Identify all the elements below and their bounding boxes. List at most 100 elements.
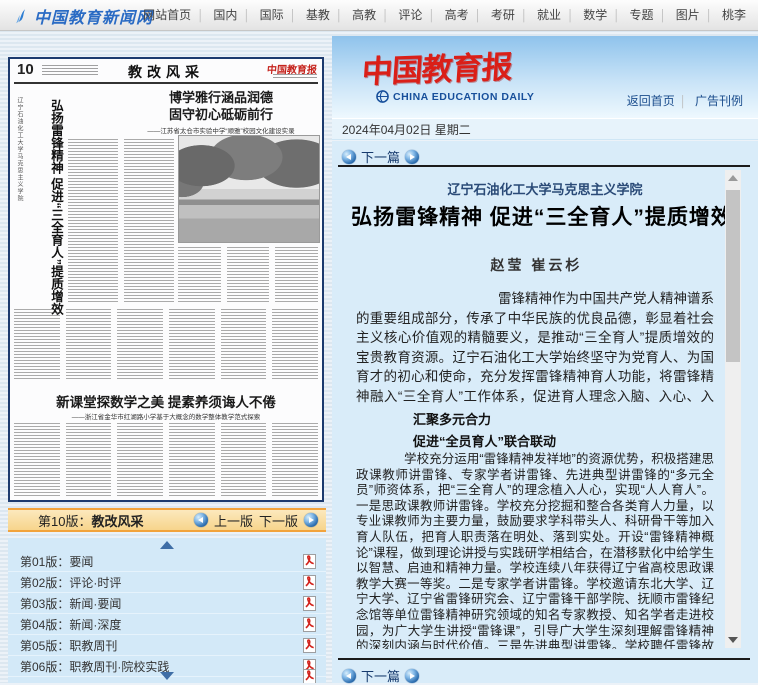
divider <box>680 94 687 108</box>
next-edition-icon[interactable] <box>304 513 318 527</box>
divider <box>382 8 389 22</box>
pdf-icon[interactable] <box>303 575 316 590</box>
divider <box>613 8 620 22</box>
topnav-link-gaokao[interactable]: 高考 <box>439 8 475 22</box>
edition-list-item[interactable]: 第05版：职教周刊 <box>8 635 326 656</box>
paper-brand-meta <box>273 74 317 78</box>
pdf-icon[interactable] <box>303 617 316 632</box>
edition-list-item[interactable]: 第04版：新闻·深度 <box>8 614 326 635</box>
edition-list-panel: 第01版：要闻 第02版：评论·时评 第03版：新闻·要闻 第04版：新闻·深度… <box>8 538 326 683</box>
prev-article-icon[interactable] <box>342 669 356 683</box>
edition-label: 第06版：职教周刊·院校实践 <box>20 658 169 675</box>
edition-list-item[interactable]: 第02版：评论·时评 <box>8 572 326 593</box>
topnav-link-home[interactable]: 网站首页 <box>137 8 197 22</box>
pdf-icon[interactable] <box>303 638 316 653</box>
edition-current-prefix: 第10版： <box>38 511 91 530</box>
topnav-link-international[interactable]: 国际 <box>254 8 290 22</box>
divider <box>660 8 667 22</box>
ad-rates-link[interactable]: 广告刊例 <box>690 94 748 108</box>
divider <box>521 8 528 22</box>
paper-article2-subtitle: ——浙江省金华市红湖路小学基于大概念的数学整体教学范式探索 <box>14 411 318 421</box>
divider <box>567 8 574 22</box>
simulated-text-columns <box>178 247 318 303</box>
article-scrollbar[interactable] <box>725 170 741 648</box>
paper-article2-title: 新课堂探数学之美 提素养须诲人不倦 <box>14 391 318 411</box>
simulated-text-columns <box>68 139 174 303</box>
topnav-link-jobs[interactable]: 就业 <box>531 8 567 22</box>
topnav-link-domestic[interactable]: 国内 <box>207 8 243 22</box>
edition-list-item[interactable]: 第03版：新闻·要闻 <box>8 593 326 614</box>
scrollbar-down-icon[interactable] <box>728 637 738 643</box>
next-article-link[interactable]: 下一篇 <box>361 147 400 166</box>
masthead-globe-icon <box>376 90 389 103</box>
topnav-link-comment[interactable]: 评论 <box>392 8 428 22</box>
topnav-link-taoli[interactable]: 桃李 <box>716 8 752 22</box>
edition-label: 第05版：职教周刊 <box>20 637 117 654</box>
simulated-text-columns <box>14 309 318 381</box>
back-home-link[interactable]: 返回首页 <box>622 94 680 108</box>
divider <box>290 8 297 22</box>
pdf-icon[interactable] <box>303 554 316 569</box>
paper-photo <box>178 135 320 243</box>
simulated-text-columns <box>14 423 318 496</box>
article-nav-bottom: 下一篇 <box>342 666 419 685</box>
date-bar: 2024年04月02日 星期二 <box>332 118 758 140</box>
pdf-icon[interactable] <box>303 669 316 683</box>
article-paragraph-2: 学校充分运用“雷锋精神发祥地”的资源优势，积极搭建思政课教师讲雷锋、专家学者讲雷… <box>356 452 714 649</box>
divider <box>338 658 750 660</box>
site-logo-text: 中国教育新闻网 <box>34 4 153 28</box>
paper-vertical-headline: 弘扬雷锋精神 促进“三全育人”提质增效 <box>26 99 66 341</box>
edition-label: 第01版：要闻 <box>20 553 93 570</box>
edition-bar: 第10版： 教改风采 上一版 下一版 <box>8 508 326 532</box>
site-top-nav: 中国教育新闻网 网站首页 国内 国际 基教 高教 评论 高考 考研 就业 数学 … <box>0 0 758 31</box>
next-article-link[interactable]: 下一篇 <box>361 666 400 685</box>
divider <box>428 8 435 22</box>
edition-label: 第03版：新闻·要闻 <box>20 595 121 612</box>
divider <box>338 165 750 167</box>
paper-article1-subtitle: ——江苏省太仓市实验中学“顺雅”校园文化建设实录 <box>125 125 317 135</box>
divider <box>197 8 204 22</box>
masthead-subtitle: CHINA EDUCATION DAILY <box>393 91 534 103</box>
article-subhead-2: 促进“全员育人”联合联动 <box>413 431 556 450</box>
scrollbar-thumb[interactable] <box>726 190 740 362</box>
next-article-icon[interactable] <box>405 669 419 683</box>
article-kicker: 辽宁石油化工大学马克思主义学院 <box>332 179 758 198</box>
topnav-link-photos[interactable]: 图片 <box>670 8 706 22</box>
divider <box>706 8 713 22</box>
divider <box>336 8 343 22</box>
topnav-links: 网站首页 国内 国际 基教 高教 评论 高考 考研 就业 数学 专题 图片 桃李 <box>137 0 752 30</box>
masthead-subtitle-row: CHINA EDUCATION DAILY <box>376 90 534 103</box>
article-title: 弘扬雷锋精神 促进“三全育人”提质增效 <box>342 201 742 231</box>
newspaper-masthead: 中国教育报 CHINA EDUCATION DAILY 返回首页 广告刊例 <box>332 36 758 118</box>
topnav-link-higher-edu[interactable]: 高教 <box>346 8 382 22</box>
topnav-link-basic-edu[interactable]: 基教 <box>300 8 336 22</box>
article-nav-top: 下一篇 <box>342 147 419 166</box>
scroll-down-icon[interactable] <box>160 672 174 680</box>
topnav-link-special[interactable]: 专题 <box>624 8 660 22</box>
article-reader-panel: 下一篇 辽宁石油化工大学马克思主义学院 弘扬雷锋精神 促进“三全育人”提质增效 … <box>332 141 758 683</box>
pdf-icon[interactable] <box>303 596 316 611</box>
prev-article-icon[interactable] <box>342 150 356 164</box>
paper-header-rule <box>14 82 318 84</box>
scrollbar-up-icon[interactable] <box>728 175 738 181</box>
newspaper-page-thumbnail[interactable]: 10 教改风采 中国教育报 辽宁石油化工大学马克思主义学院 弘扬雷锋精神 促进“… <box>8 57 324 502</box>
prev-edition-link[interactable]: 上一版 <box>214 511 253 530</box>
next-edition-link[interactable]: 下一版 <box>259 511 298 530</box>
site-logo-icon <box>12 6 30 26</box>
edition-list-item[interactable]: 第01版：要闻 <box>8 551 326 572</box>
paper-vertical-kicker: 辽宁石油化工大学马克思主义学院 <box>15 97 24 222</box>
divider <box>475 8 482 22</box>
topnav-link-kaoyan[interactable]: 考研 <box>485 8 521 22</box>
edition-label: 第02版：评论·时评 <box>20 574 121 591</box>
edition-list-item-partial[interactable] <box>303 669 316 683</box>
prev-edition-icon[interactable] <box>194 513 208 527</box>
article-authors: 赵莹 崔云杉 <box>332 255 741 275</box>
paper-article1-title-line2: 固守初心砥砺前行 <box>125 104 317 123</box>
next-article-icon[interactable] <box>405 150 419 164</box>
topnav-link-math[interactable]: 数学 <box>577 8 613 22</box>
article-subhead-1: 汇聚多元合力 <box>413 409 491 428</box>
site-logo[interactable]: 中国教育新闻网 <box>12 4 153 28</box>
scroll-up-icon[interactable] <box>160 541 174 549</box>
edition-current-name: 教改风采 <box>91 511 143 530</box>
masthead-title: 中国教育报 <box>360 41 513 91</box>
